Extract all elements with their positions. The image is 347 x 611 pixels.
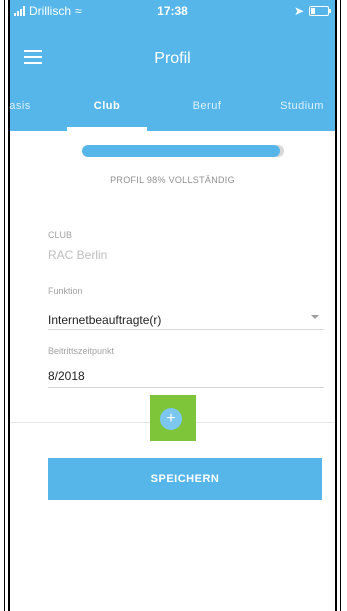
- status-bar: Drillisch ≈ 17:38 ➤: [10, 0, 335, 22]
- page-title: Profil: [154, 50, 191, 67]
- profile-progress-text: PROFIL 98% VOLLSTÄNDIG: [110, 175, 235, 185]
- club-value: RAC Berlin: [48, 248, 108, 262]
- profile-progress-fill: [82, 145, 280, 157]
- status-time: 17:38: [157, 4, 188, 18]
- funktion-underline: [48, 329, 324, 330]
- save-button[interactable]: SPEICHERN: [48, 458, 322, 500]
- battery-icon: [309, 6, 331, 16]
- header: Drillisch ≈ 17:38 ➤ Profil asis Club Ber…: [9, 0, 335, 131]
- tab-beruf[interactable]: Beruf: [172, 89, 242, 131]
- location-icon: ➤: [293, 4, 304, 18]
- beitritt-input[interactable]: 8/2018: [48, 369, 85, 383]
- funktion-select[interactable]: Internetbeauftragte(r): [48, 313, 161, 327]
- status-right: ➤: [293, 0, 331, 22]
- add-button[interactable]: +: [160, 408, 182, 430]
- profile-content: PROFIL 98% VOLLSTÄNDIG CLUB RAC Berlin F…: [10, 131, 335, 611]
- tab-club[interactable]: Club: [67, 89, 147, 131]
- nav-bar: Profil: [10, 36, 335, 76]
- funktion-label: Funktion: [48, 286, 83, 296]
- tab-basis[interactable]: asis: [0, 89, 50, 131]
- tab-studium[interactable]: Studium: [262, 89, 342, 131]
- tab-bar: asis Club Beruf Studium: [9, 89, 335, 131]
- app-screen: Drillisch ≈ 17:38 ➤ Profil asis Club Ber…: [9, 0, 335, 611]
- chevron-down-icon[interactable]: [311, 315, 319, 319]
- profile-progress-bar: [82, 145, 284, 157]
- beitritt-underline: [48, 387, 324, 388]
- club-label: CLUB: [48, 230, 73, 240]
- beitritt-label: Beitrittszeitpunkt: [48, 346, 115, 356]
